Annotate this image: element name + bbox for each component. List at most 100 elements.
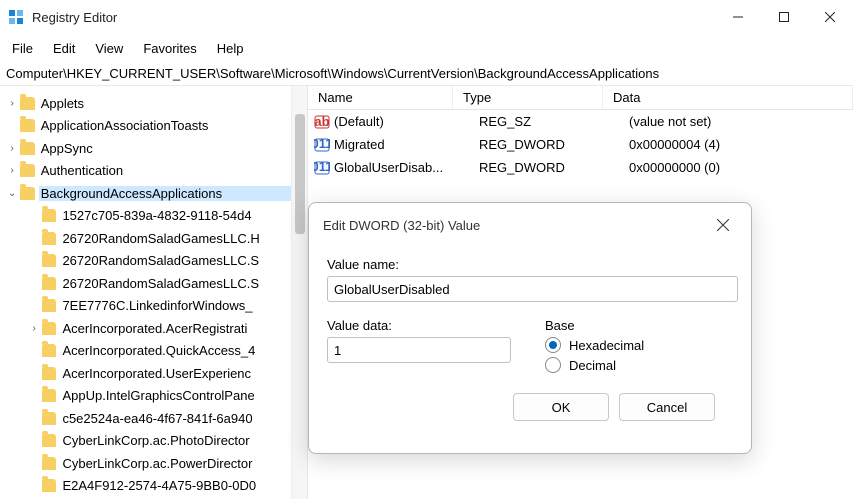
- list-header: Name Type Data: [308, 86, 853, 110]
- tree-item[interactable]: CyberLinkCorp.ac.PowerDirector: [0, 452, 307, 475]
- chevron-right-icon[interactable]: ›: [28, 323, 40, 334]
- tree-item[interactable]: 7EE7776C.LinkedinforWindows_: [0, 295, 307, 318]
- close-button[interactable]: [807, 0, 853, 34]
- folder-icon: [42, 389, 56, 402]
- dialog-titlebar: Edit DWORD (32-bit) Value: [309, 203, 751, 247]
- regedit-icon: [8, 9, 24, 25]
- addressbar[interactable]: Computer\HKEY_CURRENT_USER\Software\Micr…: [0, 62, 853, 85]
- folder-icon: [20, 187, 34, 200]
- tree-item[interactable]: ›Authentication: [0, 160, 307, 183]
- folder-icon: [20, 119, 34, 132]
- radio-dec-icon: [545, 357, 561, 373]
- folder-icon: [42, 232, 56, 245]
- tree-item-label: AppSync: [39, 141, 307, 156]
- tree-item-label: 1527c705-839a-4832-9118-54d4: [60, 208, 307, 223]
- svg-text:011: 011: [314, 160, 330, 174]
- chevron-right-icon[interactable]: ›: [6, 98, 18, 109]
- window-title: Registry Editor: [32, 10, 715, 25]
- cell-data: (value not set): [629, 114, 853, 129]
- folder-icon: [42, 277, 56, 290]
- tree-item[interactable]: CyberLinkCorp.ac.PhotoDirector: [0, 430, 307, 453]
- ok-button-label: OK: [552, 400, 571, 415]
- tree-item[interactable]: E2A4F912-2574-4A75-9BB0-0D0: [0, 475, 307, 498]
- cell-data: 0x00000004 (4): [629, 137, 853, 152]
- col-header-data[interactable]: Data: [603, 86, 853, 109]
- folder-icon: [42, 367, 56, 380]
- value-data-field[interactable]: [327, 337, 511, 363]
- list-row[interactable]: ab (Default)REG_SZ(value not set): [308, 110, 853, 133]
- tree-item-label: 26720RandomSaladGamesLLC.H: [60, 231, 307, 246]
- cancel-button[interactable]: Cancel: [619, 393, 715, 421]
- tree-item[interactable]: ›AcerIncorporated.AcerRegistrati: [0, 317, 307, 340]
- dialog-close-button[interactable]: [709, 211, 737, 239]
- tree-item-label: BackgroundAccessApplications: [39, 186, 307, 201]
- tree-item[interactable]: 26720RandomSaladGamesLLC.S: [0, 250, 307, 273]
- folder-icon: [42, 434, 56, 447]
- tree-item-label: AcerIncorporated.UserExperienc: [60, 366, 307, 381]
- tree-item[interactable]: › AppSync: [0, 137, 307, 160]
- menu-view[interactable]: View: [85, 37, 133, 60]
- tree-item-label: AppUp.IntelGraphicsControlPane: [60, 388, 307, 403]
- tree-pane: ›AppletsApplicationAssociationToasts › App…: [0, 86, 308, 499]
- menubar: File Edit View Favorites Help: [0, 34, 853, 62]
- cell-type: REG_DWORD: [479, 137, 629, 152]
- chevron-right-icon[interactable]: ›: [6, 143, 18, 154]
- svg-text:ab: ab: [314, 114, 329, 129]
- menu-favorites[interactable]: Favorites: [133, 37, 206, 60]
- tree-item-label: 7EE7776C.LinkedinforWindows_: [60, 298, 307, 313]
- tree-item[interactable]: 26720RandomSaladGamesLLC.S: [0, 272, 307, 295]
- titlebar: Registry Editor: [0, 0, 853, 34]
- folder-icon: [42, 412, 56, 425]
- ok-button[interactable]: OK: [513, 393, 609, 421]
- tree-item[interactable]: AcerIncorporated.UserExperienc: [0, 362, 307, 385]
- tree-item-label: 26720RandomSaladGamesLLC.S: [60, 253, 307, 268]
- tree-item[interactable]: 1527c705-839a-4832-9118-54d4: [0, 205, 307, 228]
- minimize-button[interactable]: [715, 0, 761, 34]
- folder-icon: [42, 209, 56, 222]
- cell-name: (Default): [334, 114, 479, 129]
- svg-text:011: 011: [314, 137, 330, 151]
- folder-icon: [42, 322, 56, 335]
- menu-edit[interactable]: Edit: [43, 37, 85, 60]
- reg-dword-icon: 011: [314, 160, 330, 176]
- tree-item[interactable]: AppUp.IntelGraphicsControlPane: [0, 385, 307, 408]
- tree-item[interactable]: ⌄ BackgroundAccessApplications: [0, 182, 307, 205]
- folder-icon: [20, 142, 34, 155]
- radio-dec-label: Decimal: [569, 358, 616, 373]
- chevron-down-icon[interactable]: ⌄: [6, 188, 18, 199]
- cell-type: REG_SZ: [479, 114, 629, 129]
- tree-item[interactable]: 26720RandomSaladGamesLLC.H: [0, 227, 307, 250]
- tree-scrollbar[interactable]: [291, 86, 307, 499]
- folder-icon: [42, 344, 56, 357]
- value-name-field[interactable]: [327, 276, 738, 302]
- tree-item[interactable]: ApplicationAssociationToasts: [0, 115, 307, 138]
- list-row[interactable]: 011MigratedREG_DWORD0x00000004 (4): [308, 133, 853, 156]
- col-header-name[interactable]: Name: [308, 86, 453, 109]
- tree-item-label: c5e2524a-ea46-4f67-841f-6a940: [60, 411, 307, 426]
- value-data-label: Value data:: [327, 318, 511, 333]
- radio-hex[interactable]: Hexadecimal: [545, 337, 644, 353]
- tree-item-label: CyberLinkCorp.ac.PowerDirector: [60, 456, 307, 471]
- tree-item[interactable]: ›Applets: [0, 92, 307, 115]
- tree-item[interactable]: AcerIncorporated.QuickAccess_4: [0, 340, 307, 363]
- maximize-button[interactable]: [761, 0, 807, 34]
- col-header-type[interactable]: Type: [453, 86, 603, 109]
- folder-icon: [20, 164, 34, 177]
- tree-item[interactable]: c5e2524a-ea46-4f67-841f-6a940: [0, 407, 307, 430]
- chevron-right-icon[interactable]: ›: [6, 165, 18, 176]
- edit-dword-dialog: Edit DWORD (32-bit) Value Value name: Va…: [308, 202, 752, 454]
- radio-dec[interactable]: Decimal: [545, 357, 644, 373]
- folder-icon: [20, 97, 34, 110]
- folder-icon: [42, 457, 56, 470]
- cancel-button-label: Cancel: [647, 400, 687, 415]
- tree-item-label: AcerIncorporated.QuickAccess_4: [60, 343, 307, 358]
- list-row[interactable]: 011GlobalUserDisab...REG_DWORD0x00000000…: [308, 156, 853, 179]
- menu-help[interactable]: Help: [207, 37, 254, 60]
- folder-icon: [42, 299, 56, 312]
- scrollbar-thumb[interactable]: [295, 114, 305, 234]
- tree-item-label: 26720RandomSaladGamesLLC.S: [60, 276, 307, 291]
- reg-sz-icon: ab: [314, 114, 330, 130]
- menu-file[interactable]: File: [2, 37, 43, 60]
- cell-type: REG_DWORD: [479, 160, 629, 175]
- cell-data: 0x00000000 (0): [629, 160, 853, 175]
